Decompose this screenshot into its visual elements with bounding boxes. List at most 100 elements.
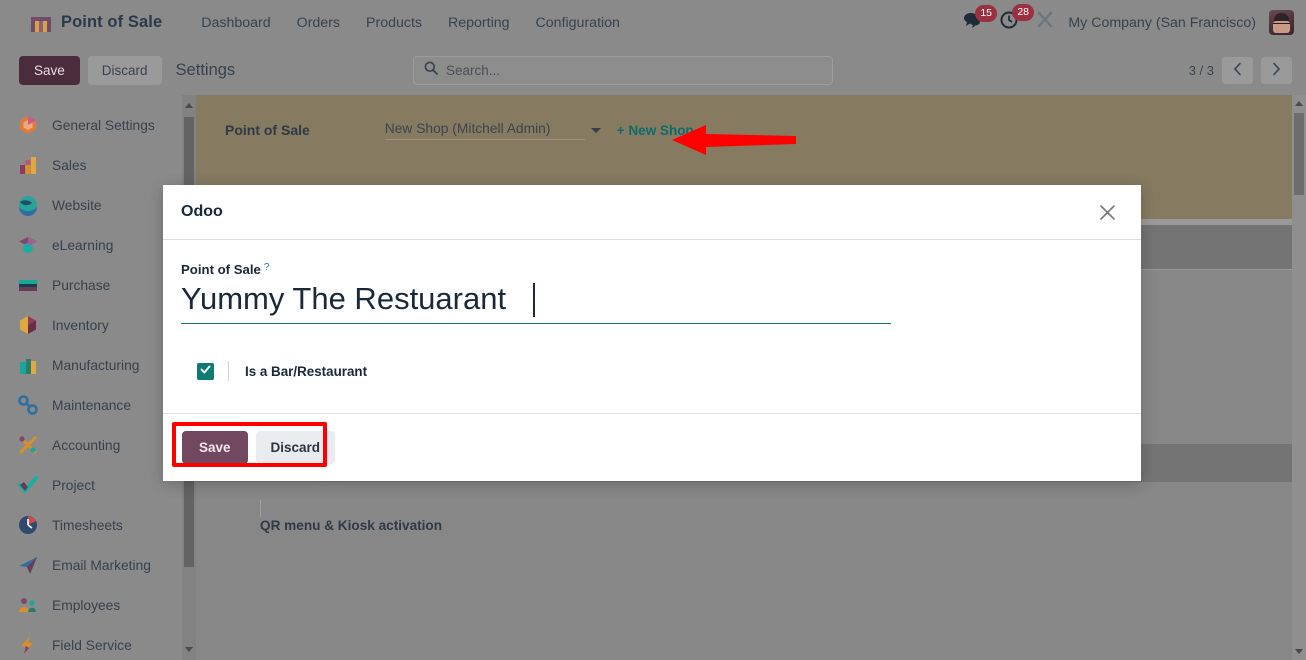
is-bar-restaurant-checkbox[interactable] [197, 362, 214, 380]
modal-footer: Save Discard [163, 413, 1141, 481]
pos-name-field-label-row: Point of Sale ? [181, 262, 1123, 277]
wrench-screwdriver-icon [1036, 11, 1054, 34]
sidebar-item-purchase[interactable]: Purchase [0, 265, 182, 305]
brand[interactable]: Point of Sale [30, 13, 162, 33]
sidebar-item-elearning[interactable]: eLearning [0, 225, 182, 265]
sub-setting-row: QR menu & Kiosk activation [196, 482, 1292, 533]
sidebar-label: Accounting [52, 437, 121, 453]
general-settings-icon [17, 114, 39, 136]
sidebar-item-inventory[interactable]: Inventory [0, 305, 182, 345]
pos-name-input[interactable] [181, 281, 891, 323]
main-scroll-thumb[interactable] [1294, 113, 1304, 195]
sidebar-item-accounting[interactable]: Accounting [0, 425, 182, 465]
sidebar-label: Email Marketing [52, 557, 151, 573]
chevron-left-icon [1232, 62, 1243, 79]
sidebar-label: Inventory [52, 317, 109, 333]
sidebar-label: Sales [52, 157, 87, 173]
manufacturing-icon [17, 354, 39, 376]
nav-configuration[interactable]: Configuration [523, 11, 633, 35]
pos-name-input-wrapper [181, 281, 891, 324]
page-title: Settings [175, 60, 236, 79]
field-service-icon [17, 634, 39, 656]
sidebar-item-employees[interactable]: Employees [0, 585, 182, 625]
sidebar-label: Maintenance [52, 397, 132, 413]
website-icon [17, 194, 39, 216]
accounting-icon [17, 434, 39, 456]
sidebar-item-maintenance[interactable]: Maintenance [0, 385, 182, 425]
top-navbar: Point of Sale Dashboard Orders Products … [0, 0, 1306, 45]
chevron-right-icon [1271, 62, 1282, 79]
pager-next-button[interactable] [1261, 56, 1292, 84]
modal-body: Point of Sale ? Is a Bar/Restaurant [163, 240, 1141, 413]
messages-badge: 15 [975, 5, 998, 22]
scroll-up-icon[interactable] [1295, 101, 1303, 106]
search-input[interactable]: Search... [413, 55, 834, 85]
modal-save-button[interactable]: Save [182, 431, 248, 464]
scroll-down-icon[interactable] [185, 647, 193, 652]
sidebar-label: Website [52, 197, 102, 213]
sidebar-item-project[interactable]: Project [0, 465, 182, 505]
is-bar-restaurant-row[interactable]: Is a Bar/Restaurant [181, 361, 1123, 381]
messages-button[interactable]: 15 [963, 5, 998, 33]
sidebar-label: Manufacturing [52, 357, 140, 373]
project-icon [17, 474, 39, 496]
nav-dashboard[interactable]: Dashboard [188, 11, 283, 35]
sidebar-item-email-marketing[interactable]: Email Marketing [0, 545, 182, 585]
pos-selector-label: Point of Sale [225, 122, 310, 138]
pos-shop-icon [30, 13, 52, 33]
close-icon[interactable] [1095, 200, 1119, 224]
sidebar-label: Employees [52, 597, 121, 613]
pos-selector-bar: Point of Sale New Shop (Mitchell Admin) … [196, 95, 1292, 165]
modal-title: Odoo [181, 203, 223, 220]
scroll-up-icon[interactable] [185, 103, 193, 108]
nav-orders[interactable]: Orders [284, 11, 353, 35]
help-question-icon[interactable]: ? [264, 263, 270, 273]
search-placeholder: Search... [446, 62, 501, 78]
sidebar-item-sales[interactable]: Sales [0, 145, 182, 185]
system-tray: 15 28 [963, 4, 1054, 34]
check-icon [200, 362, 211, 380]
pager-previous-button[interactable] [1222, 56, 1253, 84]
app-screen: Point of Sale Dashboard Orders Products … [0, 0, 1306, 660]
sidebar-item-field-service[interactable]: Field Service [0, 625, 182, 660]
sidebar-label: Project [52, 477, 95, 493]
email-marketing-icon [17, 554, 39, 576]
nav-products[interactable]: Products [353, 11, 435, 35]
search-icon [424, 61, 438, 80]
sidebar-label: Field Service [52, 637, 132, 653]
company-switcher[interactable]: My Company (San Francisco) [1068, 15, 1256, 31]
setting-text: QR menu & Kiosk activation [260, 500, 1292, 533]
control-panel: Save Discard Settings Search... 3 / 3 [0, 45, 1306, 95]
main-scrollbar[interactable] [1292, 95, 1306, 660]
activities-button[interactable]: 28 [1000, 4, 1035, 34]
avatar-glasses [1273, 23, 1290, 28]
inventory-icon [17, 314, 39, 336]
discard-button[interactable]: Discard [87, 55, 162, 85]
purchase-icon [17, 274, 39, 296]
timesheets-icon [17, 514, 39, 536]
activities-badge: 28 [1012, 4, 1035, 21]
pager-count: 3 / 3 [1188, 62, 1214, 78]
pos-selector-dropdown[interactable]: New Shop (Mitchell Admin) [384, 121, 585, 140]
scroll-down-icon[interactable] [1295, 649, 1303, 654]
nav-reporting[interactable]: Reporting [435, 11, 523, 35]
sidebar-item-manufacturing[interactable]: Manufacturing [0, 345, 182, 385]
sidebar-item-website[interactable]: Website [0, 185, 182, 225]
employees-icon [17, 594, 39, 616]
pager: 3 / 3 [1188, 56, 1292, 84]
modal-discard-button[interactable]: Discard [255, 431, 336, 464]
tools-button[interactable] [1036, 11, 1054, 34]
new-shop-link[interactable]: + New Shop [617, 123, 694, 138]
sidebar-item-timesheets[interactable]: Timesheets [0, 505, 182, 545]
sidebar-item-general-settings[interactable]: General Settings [0, 105, 182, 145]
setting-title: QR menu & Kiosk activation [260, 518, 443, 533]
user-avatar[interactable] [1269, 10, 1294, 35]
save-button[interactable]: Save [19, 55, 80, 85]
odoo-modal-dialog: Odoo Point of Sale ? Yummy The Restuaran… [163, 185, 1141, 481]
elearning-icon [17, 234, 39, 256]
sidebar-label: eLearning [52, 237, 114, 253]
chevron-down-icon[interactable] [590, 127, 601, 133]
is-bar-restaurant-label: Is a Bar/Restaurant [245, 363, 368, 379]
sidebar-label: Timesheets [52, 517, 123, 533]
sales-icon [17, 154, 39, 176]
